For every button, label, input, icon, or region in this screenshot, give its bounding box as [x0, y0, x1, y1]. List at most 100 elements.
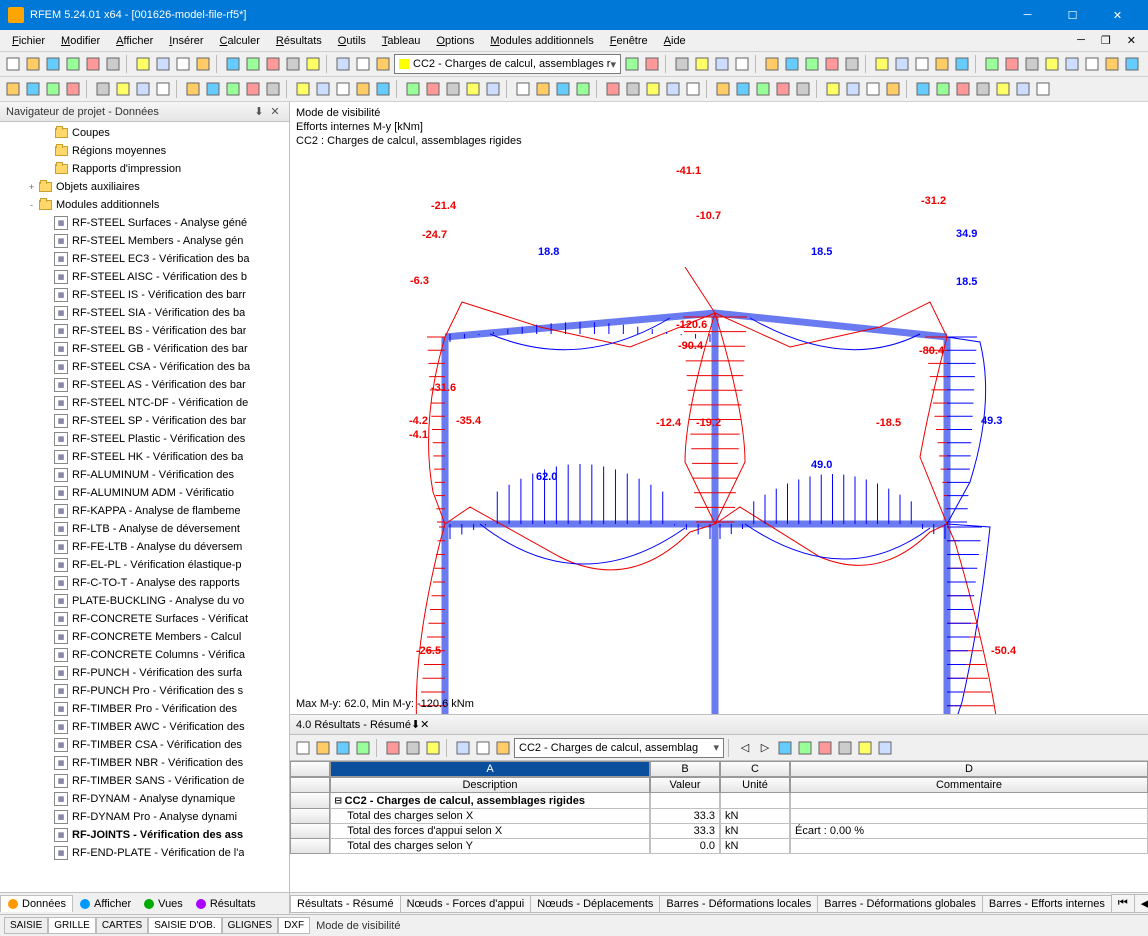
tree-item[interactable]: Coupes — [0, 124, 289, 142]
results-tb-btn[interactable] — [816, 739, 834, 757]
toolbar-btn[interactable] — [754, 80, 772, 98]
toolbar-btn[interactable] — [574, 80, 592, 98]
tree-item[interactable]: ▦RF-JOINTS - Vérification des ass — [0, 826, 289, 844]
toolbar-btn[interactable] — [44, 80, 62, 98]
tree-item[interactable]: -Modules additionnels — [0, 196, 289, 214]
load-case-combo[interactable]: CC2 - Charges de calcul, assemblages r▾ — [394, 54, 621, 74]
tree-item[interactable]: Rapports d'impression — [0, 160, 289, 178]
toolbar-btn[interactable] — [843, 55, 861, 73]
results-tab[interactable]: Barres - Efforts internes — [982, 895, 1112, 913]
nav-tab[interactable]: Vues — [137, 896, 189, 912]
tree-item[interactable]: ▦RF-ALUMINUM ADM - Vérificatio — [0, 484, 289, 502]
tree-item[interactable]: ▦RF-CONCRETE Columns - Vérifica — [0, 646, 289, 664]
results-tb-btn[interactable] — [454, 739, 472, 757]
pin-icon[interactable]: ⬇ — [251, 105, 267, 118]
menu-fenêtre[interactable]: Fenêtre — [602, 33, 656, 49]
tree-item[interactable]: ▦RF-STEEL Plastic - Vérification des — [0, 430, 289, 448]
results-tb-btn[interactable] — [354, 739, 372, 757]
tree-item[interactable]: ▦RF-FE-LTB - Analyse du déversem — [0, 538, 289, 556]
toolbar-btn[interactable] — [623, 55, 641, 73]
toolbar-btn[interactable] — [284, 55, 302, 73]
tree-item[interactable]: ▦RF-STEEL NTC-DF - Vérification de — [0, 394, 289, 412]
toolbar-btn[interactable] — [693, 55, 711, 73]
tree-item[interactable]: ▦RF-STEEL Members - Analyse gén — [0, 232, 289, 250]
toolbar-btn[interactable] — [184, 80, 202, 98]
toolbar-btn[interactable] — [134, 80, 152, 98]
toolbar-btn[interactable] — [304, 55, 322, 73]
tree-item[interactable]: ▦RF-TIMBER NBR - Vérification des — [0, 754, 289, 772]
status-toggle[interactable]: SAISIE — [4, 917, 48, 934]
toolbar-btn[interactable] — [424, 80, 442, 98]
toolbar-btn[interactable] — [983, 55, 1001, 73]
tree-item[interactable]: ▦RF-TIMBER AWC - Vérification des — [0, 718, 289, 736]
tree-item[interactable]: ▦RF-TIMBER CSA - Vérification des — [0, 736, 289, 754]
toolbar-btn[interactable] — [64, 55, 82, 73]
toolbar-btn[interactable] — [44, 55, 62, 73]
toolbar-btn[interactable] — [534, 80, 552, 98]
nav-tab[interactable]: Afficher — [73, 896, 137, 912]
toolbar-btn[interactable] — [314, 80, 332, 98]
toolbar-btn[interactable] — [873, 55, 891, 73]
toolbar-btn[interactable] — [114, 80, 132, 98]
tree-item[interactable]: ▦RF-TIMBER SANS - Vérification de — [0, 772, 289, 790]
toolbar-btn[interactable] — [154, 55, 172, 73]
mdi-minimize[interactable]: ─ — [1069, 32, 1093, 49]
toolbar-btn[interactable] — [844, 80, 862, 98]
toolbar-btn[interactable] — [294, 80, 312, 98]
tree-item[interactable]: ▦PLATE-BUCKLING - Analyse du vo — [0, 592, 289, 610]
toolbar-btn[interactable] — [464, 80, 482, 98]
toolbar-btn[interactable] — [444, 80, 462, 98]
results-tb-btn[interactable] — [424, 739, 442, 757]
results-tab[interactable]: Résultats - Résumé — [290, 895, 401, 913]
toolbar-btn[interactable] — [354, 80, 372, 98]
tree-item[interactable]: ▦RF-EL-PL - Vérification élastique-p — [0, 556, 289, 574]
toolbar-btn[interactable] — [84, 55, 102, 73]
toolbar-btn[interactable] — [664, 80, 682, 98]
tree-item[interactable]: Régions moyennes — [0, 142, 289, 160]
tree-item[interactable]: ▦RF-DYNAM - Analyse dynamique — [0, 790, 289, 808]
toolbar-btn[interactable] — [194, 55, 212, 73]
toolbar-btn[interactable] — [484, 80, 502, 98]
toolbar-btn[interactable] — [673, 55, 691, 73]
model-viewport[interactable]: Mode de visibilité Efforts internes M-y … — [290, 102, 1148, 714]
toolbar-btn[interactable] — [734, 80, 752, 98]
tree-item[interactable]: ▦RF-STEEL Surfaces - Analyse géné — [0, 214, 289, 232]
toolbar-btn[interactable] — [244, 55, 262, 73]
results-nav[interactable]: ▷ — [756, 739, 774, 757]
tree-item[interactable]: ▦RF-END-PLATE - Vérification de l'a — [0, 844, 289, 862]
toolbar-btn[interactable] — [1034, 80, 1052, 98]
results-tb-btn[interactable] — [494, 739, 512, 757]
tree-item[interactable]: ▦RF-STEEL HK - Vérification des ba — [0, 448, 289, 466]
results-tb-btn[interactable] — [836, 739, 854, 757]
tree-item[interactable]: ▦RF-PUNCH Pro - Vérification des s — [0, 682, 289, 700]
results-tab[interactable]: Nœuds - Déplacements — [530, 895, 660, 913]
menu-modules additionnels[interactable]: Modules additionnels — [482, 33, 601, 49]
toolbar-btn[interactable] — [134, 55, 152, 73]
toolbar-btn[interactable] — [104, 55, 122, 73]
tree-item[interactable]: ▦RF-STEEL SIA - Vérification des ba — [0, 304, 289, 322]
toolbar-btn[interactable] — [404, 80, 422, 98]
toolbar-btn[interactable] — [514, 80, 532, 98]
toolbar-btn[interactable] — [884, 80, 902, 98]
tree-item[interactable]: ▦RF-ALUMINUM - Vérification des — [0, 466, 289, 484]
minimize-button[interactable]: ─ — [1005, 0, 1050, 30]
toolbar-btn[interactable] — [1023, 55, 1041, 73]
grid-row[interactable]: Total des charges selon X33.3kN — [290, 809, 1148, 824]
toolbar-btn[interactable] — [334, 80, 352, 98]
toolbar-btn[interactable] — [204, 80, 222, 98]
toolbar-btn[interactable] — [733, 55, 751, 73]
tree-item[interactable]: ▦RF-STEEL GB - Vérification des bar — [0, 340, 289, 358]
close-button[interactable]: ✕ — [1095, 0, 1140, 30]
results-tb-btn[interactable] — [404, 739, 422, 757]
toolbar-btn[interactable] — [994, 80, 1012, 98]
menu-outils[interactable]: Outils — [330, 33, 374, 49]
toolbar-btn[interactable] — [713, 55, 731, 73]
tree[interactable]: CoupesRégions moyennesRapports d'impress… — [0, 122, 289, 892]
toolbar-btn[interactable] — [763, 55, 781, 73]
menu-fichier[interactable]: Fichier — [4, 33, 53, 49]
toolbar-btn[interactable] — [1103, 55, 1121, 73]
toolbar-btn[interactable] — [934, 80, 952, 98]
toolbar-btn[interactable] — [334, 55, 352, 73]
toolbar-btn[interactable] — [774, 80, 792, 98]
menu-calculer[interactable]: Calculer — [212, 33, 268, 49]
